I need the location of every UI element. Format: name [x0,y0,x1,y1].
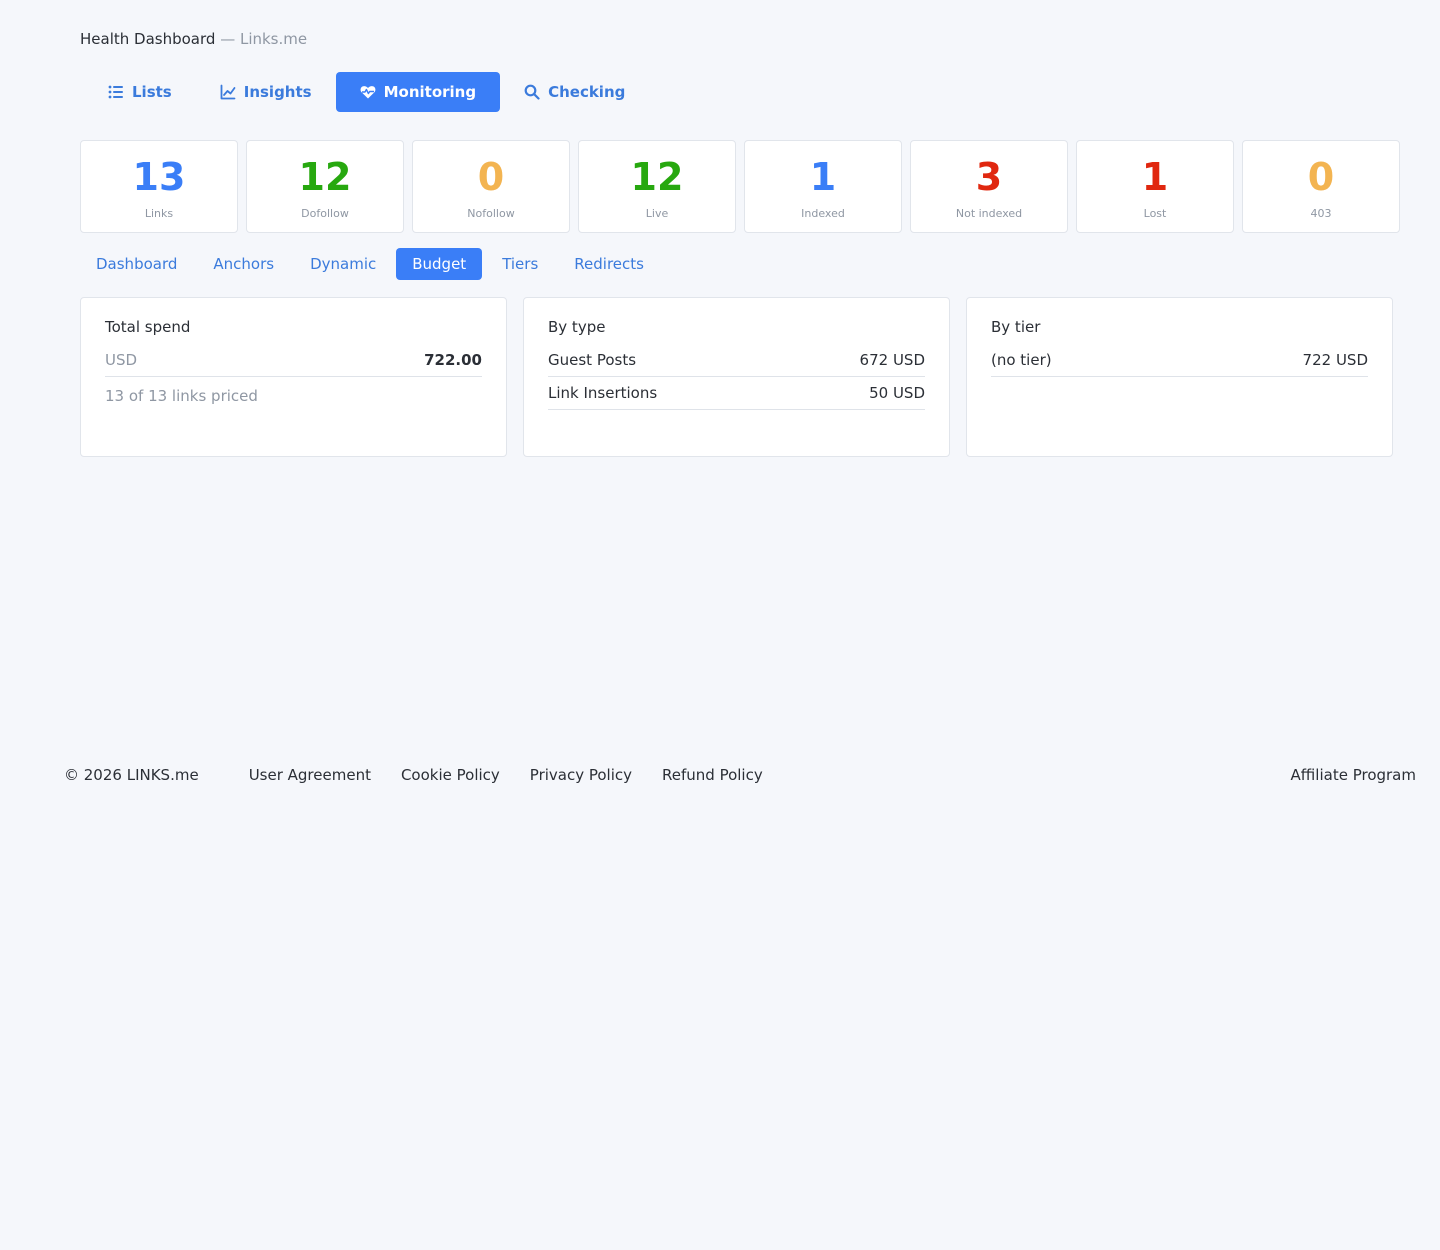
nav-insights[interactable]: Insights [196,72,336,112]
stat-label: 403 [1310,207,1332,220]
line-chart-icon [220,84,236,100]
nav-monitoring-label: Monitoring [383,83,477,101]
tab-redirects[interactable]: Redirects [558,248,660,280]
stat-label: Live [645,207,669,220]
nav-checking-label: Checking [548,83,626,101]
copyright: © 2026 LINKS.me [64,766,199,784]
sub-tabs: Dashboard Anchors Dynamic Budget Tiers R… [80,248,660,280]
tab-dynamic[interactable]: Dynamic [294,248,392,280]
type-value: 50 USD [869,384,925,402]
refund-policy-link[interactable]: Refund Policy [662,766,763,784]
stat-card-403: 0 403 [1242,140,1400,233]
stats-row: 13 Links 12 Dofollow 0 Nofollow 12 Live … [80,140,1400,233]
page-header: Health Dashboard — Links.me [80,30,307,48]
stat-value: 13 [132,155,186,199]
stat-card-links: 13 Links [80,140,238,233]
total-spend-row: USD 722.00 [105,344,482,377]
stat-label: Links [144,207,174,220]
stat-value: 1 [809,155,837,199]
page-title: Health Dashboard [80,30,216,48]
card-title: By type [548,318,606,336]
type-label: Guest Posts [548,351,637,369]
nav-lists-label: Lists [132,83,172,101]
stat-value: 0 [477,155,505,199]
list-item: (no tier) 722 USD [991,344,1368,377]
type-label: Link Insertions [548,384,658,402]
list-item: Guest Posts 672 USD [548,344,925,377]
stat-card-not-indexed: 3 Not indexed [910,140,1068,233]
footer-links: User Agreement Cookie Policy Privacy Pol… [249,766,763,784]
total-spend-card: Total spend USD 722.00 13 of 13 links pr… [80,297,507,457]
total-amount: 722.00 [424,351,482,369]
nav-monitoring[interactable]: Monitoring [335,72,501,112]
list-item: Link Insertions 50 USD [548,377,925,410]
stat-value: 12 [298,155,352,199]
card-title: Total spend [105,318,191,336]
list-icon [108,84,124,100]
affiliate-program-link[interactable]: Affiliate Program [1291,766,1416,784]
stat-card-nofollow: 0 Nofollow [412,140,570,233]
by-type-card: By type Guest Posts 672 USD Link Inserti… [523,297,950,457]
stat-value: 1 [1141,155,1169,199]
stat-value: 3 [975,155,1003,199]
tab-anchors[interactable]: Anchors [197,248,290,280]
user-agreement-link[interactable]: User Agreement [249,766,371,784]
stat-card-indexed: 1 Indexed [744,140,902,233]
footer: © 2026 LINKS.me User Agreement Cookie Po… [64,766,1416,784]
nav-checking[interactable]: Checking [500,72,649,112]
nav-insights-label: Insights [243,83,312,101]
priced-note: 13 of 13 links priced [105,387,258,405]
search-icon [524,84,540,100]
stat-value: 12 [630,155,684,199]
privacy-policy-link[interactable]: Privacy Policy [530,766,632,784]
main-nav: Lists Insights Monitoring Checking [84,72,649,112]
heart-pulse-icon [360,84,376,100]
stat-label: Not indexed [955,207,1023,220]
tier-value: 722 USD [1302,351,1368,369]
type-value: 672 USD [859,351,925,369]
stat-card-dofollow: 12 Dofollow [246,140,404,233]
by-tier-card: By tier (no tier) 722 USD [966,297,1393,457]
tab-dashboard[interactable]: Dashboard [80,248,193,280]
currency-label: USD [105,351,138,369]
stat-value: 0 [1307,155,1335,199]
card-title: By tier [991,318,1041,336]
tier-label: (no tier) [991,351,1052,369]
stat-label: Dofollow [301,207,349,220]
tab-budget[interactable]: Budget [396,248,483,280]
nav-lists[interactable]: Lists [84,72,196,112]
cookie-policy-link[interactable]: Cookie Policy [401,766,500,784]
stat-label: Lost [1143,207,1167,220]
budget-cards: Total spend USD 722.00 13 of 13 links pr… [80,297,1393,457]
tab-tiers[interactable]: Tiers [486,248,554,280]
stat-card-live: 12 Live [578,140,736,233]
stat-label: Indexed [801,207,845,220]
stat-card-lost: 1 Lost [1076,140,1234,233]
stat-label: Nofollow [467,207,515,220]
page-subtitle: — Links.me [220,30,308,48]
